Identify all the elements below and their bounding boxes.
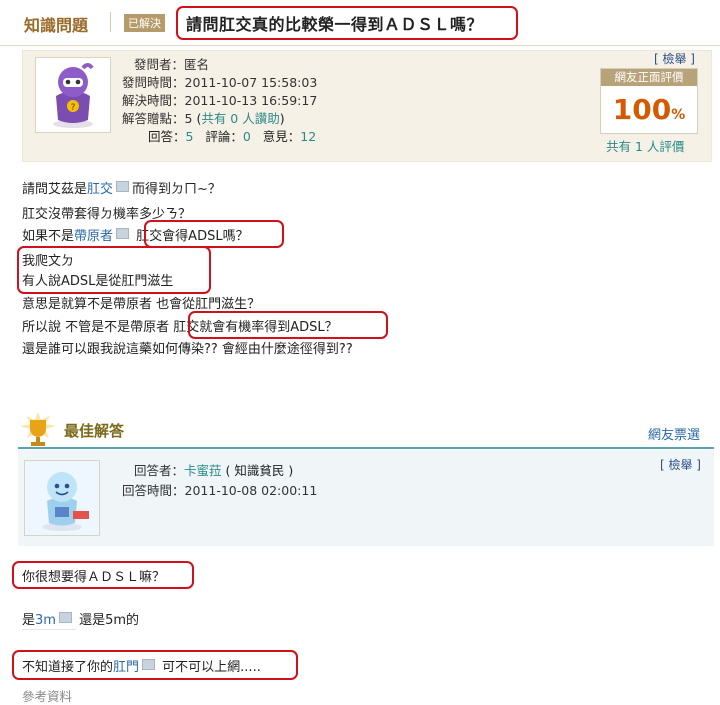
answers-count[interactable]: 5	[186, 129, 194, 144]
best-answer-title: 最佳解答	[64, 422, 125, 440]
question-line: 如果不是帶原者 肛交會得ADSL嗎？	[22, 225, 249, 244]
points-label: 解答贈點：	[122, 111, 185, 126]
answer-text: 還是5m的	[79, 613, 140, 628]
question-line: 肛交沒帶套得ㄉ機率多少ㄋ？	[22, 207, 192, 222]
question-text: 如果不是	[22, 229, 75, 244]
answer-text: 可不可以上網.....	[162, 660, 261, 675]
answers-label: 回答：	[148, 129, 186, 144]
report-question-link[interactable]: [ 檢舉 ]	[654, 50, 695, 67]
solved-time: 2011-10-13 16:59:17	[184, 93, 318, 108]
answer-text: 不知道接了你的	[22, 660, 114, 675]
keyword-link[interactable]: 肛門	[113, 660, 139, 675]
anonymous-mascot-icon: ?	[53, 63, 94, 128]
answer-line: 不知道接了你的肛門 可不可以上網.....	[22, 656, 261, 675]
keyword-link[interactable]: 帶原者	[74, 229, 113, 244]
answer-time-row: 回答時間：2011-10-08 02:00:11	[122, 482, 317, 499]
dropdown-icon[interactable]	[116, 228, 130, 239]
points-row: 解答贈點：5 (共有 0 人讚助)	[122, 110, 285, 127]
answer-line: 是3m 還是5m的	[22, 609, 139, 628]
answerer-label: 回答者：	[134, 463, 185, 478]
header-rule	[0, 45, 720, 46]
answerer-name[interactable]: 卡蜜菈	[184, 463, 222, 478]
question-line: 還是誰可以跟我說這藥如何傳染?? 會經由什麼途徑得到??	[22, 342, 353, 357]
question-text: 請問艾茲是	[22, 182, 88, 197]
svg-text:?: ?	[71, 103, 76, 113]
question-line: 所以說 不管是不是帶原者 肛交就會有機率得到ADSL？	[22, 316, 338, 335]
reference-label: 參考資料	[22, 689, 73, 704]
question-text: 所以說 不管是不是帶原者	[22, 320, 174, 335]
answerer-mascot-icon	[25, 461, 99, 535]
asker-avatar: ?	[35, 57, 111, 133]
question-line: 我爬文ㄉ	[22, 254, 75, 269]
answerer-row: 回答者：卡蜜菈 ( 知識貧民 )	[134, 462, 293, 479]
answer-text: 是	[22, 613, 36, 628]
question-title: 請問肛交真的比較榮一得到ＡＤＳＬ嗎？	[186, 15, 484, 34]
status-badge: 已解決	[124, 14, 165, 32]
best-answer-rule	[18, 447, 714, 449]
keyword-link[interactable]: 3m	[35, 613, 56, 628]
question-text: 肛交就會有機率得到ADSL？	[173, 320, 338, 335]
answerer-level: ( 知識貧民 )	[221, 463, 294, 478]
site-title[interactable]: 知識問題	[24, 12, 88, 36]
answer-time: 2011-10-08 02:00:11	[184, 483, 318, 498]
asker-row: 發問者：匿名	[134, 56, 209, 73]
rating-value: 100	[612, 93, 672, 126]
rating-count[interactable]: 共有 1 人評價	[606, 136, 684, 155]
points-detail[interactable]: 共有 0 人讚助	[201, 111, 279, 126]
solved-time-row: 解決時間：2011-10-13 16:59:17	[122, 92, 317, 109]
solved-time-label: 解決時間：	[122, 93, 185, 108]
asker-label: 發問者：	[134, 57, 185, 72]
asked-time: 2011-10-07 15:58:03	[184, 75, 318, 90]
answer-time-label: 回答時間：	[122, 483, 185, 498]
trophy-icon	[16, 410, 60, 450]
rating-header: 網友正面評價	[601, 69, 697, 86]
opinions-label: 意見：	[262, 129, 301, 144]
answer-line: 你很想要得ＡＤＳＬ嘛？	[22, 570, 166, 585]
asked-time-label: 發問時間：	[122, 75, 185, 90]
rating-unit: %	[671, 107, 686, 123]
points-detail-close: )	[279, 111, 285, 126]
asked-time-row: 發問時間：2011-10-07 15:58:03	[122, 74, 317, 91]
question-line: 請問艾茲是肛交 而得到ㄉㄇ~？	[22, 178, 221, 197]
dropdown-icon[interactable]	[116, 181, 130, 192]
question-line: 有人說ADSL是從肛門滋生	[22, 274, 174, 289]
opinions-count[interactable]: 12	[300, 129, 316, 144]
rating-percentage: 100%	[601, 93, 697, 126]
dropdown-icon[interactable]	[58, 612, 72, 623]
rating-box: 網友正面評價 100%	[600, 68, 698, 134]
stats-row: 回答：5 評論：0 意見：12	[148, 128, 316, 145]
header-divider	[110, 12, 111, 32]
asker-name: 匿名	[184, 57, 210, 72]
link-underline	[22, 629, 76, 630]
comments-count[interactable]: 0	[243, 129, 251, 144]
question-text: 肛交會得ADSL嗎？	[136, 229, 249, 244]
dropdown-icon[interactable]	[142, 659, 156, 670]
vote-label[interactable]: 網友票選	[648, 424, 700, 443]
keyword-link[interactable]: 肛交	[87, 182, 113, 197]
question-line: 意思是就算不是帶原者 也會從肛門滋生？	[22, 297, 261, 312]
comments-label: 評論：	[205, 129, 243, 144]
points-detail-open: (	[192, 111, 202, 126]
answerer-avatar	[24, 460, 100, 536]
question-text: 而得到ㄉㄇ~？	[132, 182, 221, 197]
report-answer-link[interactable]: [ 檢舉 ]	[660, 456, 701, 473]
